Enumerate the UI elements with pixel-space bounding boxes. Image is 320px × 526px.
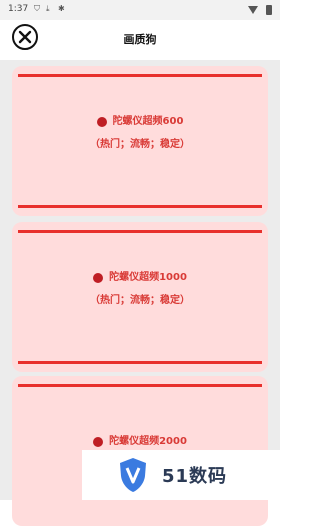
dot-icon: [93, 273, 104, 283]
status-time: 1:37: [8, 4, 29, 14]
wifi-icon: [248, 6, 258, 14]
card-content: 陀螺仪超频1000 （热门；流畅；稳定）: [12, 270, 268, 309]
card-title-row: 陀螺仪超频2000: [93, 434, 187, 450]
watermark-text: 51数码: [162, 466, 228, 487]
download-icon: ⤓: [46, 4, 50, 13]
card-divider-bottom: [18, 361, 262, 364]
card-gyro-600[interactable]: 陀螺仪超频600 （热门；流畅；稳定）: [12, 66, 268, 216]
watermark: 51数码: [82, 450, 280, 500]
card-title-row: 陀螺仪超频600: [96, 114, 184, 130]
battery-icon: [266, 5, 272, 15]
card-title: 陀螺仪超频1000: [109, 272, 187, 283]
card-tags: （热门；流畅；稳定）: [90, 295, 190, 306]
card-divider-top: [18, 384, 262, 387]
dot-icon: [96, 117, 107, 127]
card-title: 陀螺仪超频2000: [109, 436, 187, 447]
dot-icon: [93, 437, 104, 447]
shield-logo-icon: [120, 458, 146, 492]
card-divider-top: [18, 230, 262, 233]
debug-icon: ✱: [58, 4, 65, 13]
header: 画质狗: [0, 20, 280, 56]
card-tags: （热门；流畅；稳定）: [90, 139, 190, 150]
card-divider-bottom: [18, 205, 262, 208]
page-title: 画质狗: [123, 33, 157, 46]
status-bar: 1:37 ⛉ ⤓ ✱: [0, 0, 280, 20]
card-gyro-1000[interactable]: 陀螺仪超频1000 （热门；流畅；稳定）: [12, 222, 268, 372]
shield-status-icon: ⛉: [34, 4, 40, 13]
card-divider-top: [18, 74, 262, 77]
card-content: 陀螺仪超频600 （热门；流畅；稳定）: [12, 114, 268, 153]
card-title: 陀螺仪超频600: [112, 116, 184, 127]
card-title-row: 陀螺仪超频1000: [93, 270, 187, 286]
